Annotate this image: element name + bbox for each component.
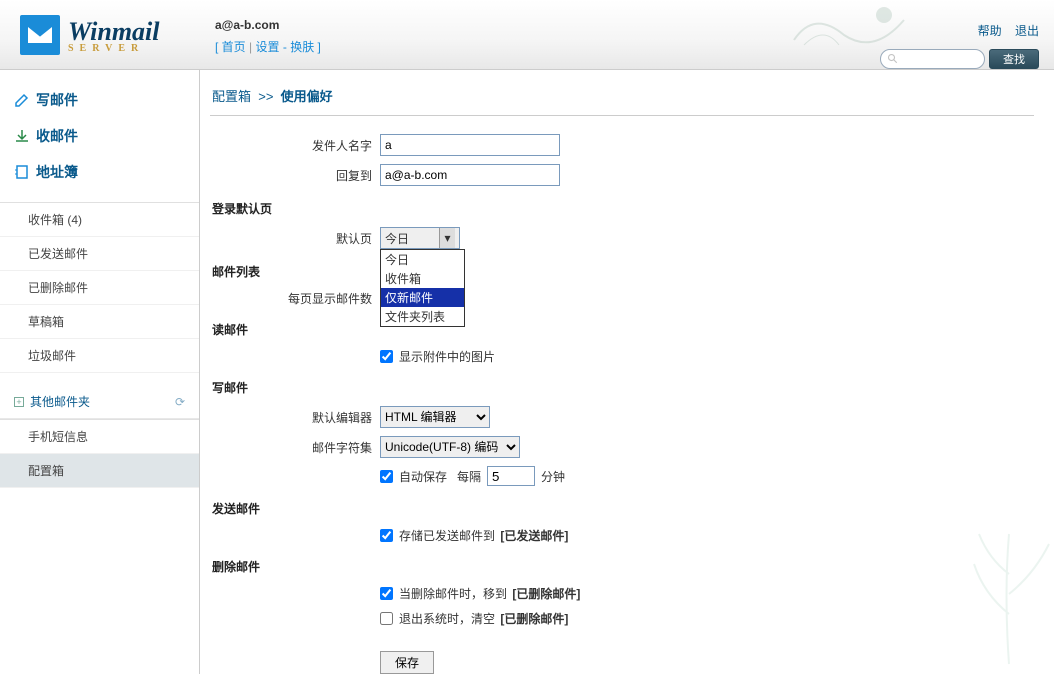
logout-clear-checkbox[interactable] <box>380 612 393 625</box>
save-sent-prefix: 存储已发送邮件到 <box>399 527 495 544</box>
logout-clear-folder: [已删除邮件] <box>500 610 568 627</box>
header-account-info: a@a-b.com [ 首页 | 设置 - 换肤 ] <box>215 18 321 55</box>
autosave-mid: 每隔 <box>457 468 481 485</box>
editor-label: 默认编辑器 <box>210 409 380 426</box>
charset-label: 邮件字符集 <box>210 439 380 456</box>
move-delete-folder: [已删除邮件] <box>512 585 580 602</box>
sender-name-input[interactable] <box>380 134 560 156</box>
section-compose-title: 写邮件 <box>212 379 1034 396</box>
breadcrumb-root: 配置箱 <box>212 89 251 104</box>
sidebar-folder-junk[interactable]: 垃圾邮件 <box>0 339 199 373</box>
save-button[interactable]: 保存 <box>380 651 434 674</box>
autosave-minutes-input[interactable] <box>487 466 535 486</box>
content-area: 配置箱 >> 使用偏好 发件人名字 回复到 登录默认页 默认页 今日 ▾ <box>200 70 1054 674</box>
sidebar-sms[interactable]: 手机短信息 <box>0 420 199 454</box>
dropdown-option[interactable]: 文件夹列表 <box>381 307 464 326</box>
nav-home-link[interactable]: 首页 <box>222 40 246 54</box>
help-link[interactable]: 帮助 <box>978 24 1002 38</box>
sidebar-receive[interactable]: 收邮件 <box>0 118 199 154</box>
show-images-label: 显示附件中的图片 <box>399 348 495 365</box>
sidebar: 写邮件 收邮件 地址簿 收件箱 (4) 已发送邮件 已删除邮件 草稿箱 垃圾邮件… <box>0 70 200 674</box>
section-list-title: 邮件列表 <box>212 263 1034 280</box>
default-page-dropdown: 今日 收件箱 仅新邮件 文件夹列表 <box>380 249 465 327</box>
search-input-wrap[interactable] <box>880 49 985 69</box>
logo-main-text: Winmail <box>68 17 160 46</box>
sidebar-folder-trash[interactable]: 已删除邮件 <box>0 271 199 305</box>
nav-settings-link[interactable]: 设置 <box>255 40 279 54</box>
reply-to-label: 回复到 <box>210 167 380 184</box>
sidebar-folder-inbox[interactable]: 收件箱 (4) <box>0 203 199 237</box>
dropdown-option[interactable]: 今日 <box>381 250 464 269</box>
account-email: a@a-b.com <box>215 18 321 32</box>
default-page-label: 默认页 <box>210 230 380 247</box>
sender-name-label: 发件人名字 <box>210 137 380 154</box>
autosave-checkbox[interactable] <box>380 470 393 483</box>
logo-icon <box>20 15 60 55</box>
move-delete-prefix: 当删除邮件时，移到 <box>399 585 507 602</box>
sidebar-folder-sent[interactable]: 已发送邮件 <box>0 237 199 271</box>
save-sent-checkbox[interactable] <box>380 529 393 542</box>
receive-icon <box>14 128 30 144</box>
header: Winmail SERVER a@a-b.com [ 首页 | 设置 - 换肤 … <box>0 0 1054 70</box>
section-delete-title: 删除邮件 <box>212 558 1034 575</box>
refresh-icon[interactable]: ⟳ <box>175 395 185 409</box>
save-sent-folder: [已发送邮件] <box>500 527 568 544</box>
addressbook-icon <box>14 164 30 180</box>
sidebar-folder-drafts[interactable]: 草稿箱 <box>0 305 199 339</box>
logout-link[interactable]: 退出 <box>1015 24 1039 38</box>
search-icon <box>887 53 899 65</box>
move-delete-checkbox[interactable] <box>380 587 393 600</box>
per-page-label: 每页显示邮件数 <box>210 290 380 307</box>
editor-select[interactable]: HTML 编辑器 <box>380 406 490 428</box>
section-read-title: 读邮件 <box>212 321 1034 338</box>
sidebar-compose[interactable]: 写邮件 <box>0 82 199 118</box>
sidebar-addressbook[interactable]: 地址簿 <box>0 154 199 190</box>
dropdown-option[interactable]: 收件箱 <box>381 269 464 288</box>
nav-theme-link[interactable]: 换肤 <box>290 40 314 54</box>
compose-icon <box>14 92 30 108</box>
sidebar-other-header[interactable]: + 其他邮件夹 ⟳ <box>0 385 199 419</box>
search-input[interactable] <box>903 53 973 65</box>
charset-select[interactable]: Unicode(UTF-8) 编码 <box>380 436 520 458</box>
logo: Winmail SERVER <box>20 15 160 55</box>
breadcrumb: 配置箱 >> 使用偏好 <box>210 80 1034 116</box>
search-button[interactable]: 查找 <box>989 49 1039 69</box>
section-send-title: 发送邮件 <box>212 500 1034 517</box>
reply-to-input[interactable] <box>380 164 560 186</box>
section-login-title: 登录默认页 <box>212 200 1034 217</box>
autosave-prefix: 自动保存 <box>399 468 447 485</box>
logout-clear-prefix: 退出系统时，清空 <box>399 610 495 627</box>
breadcrumb-current: 使用偏好 <box>281 89 333 104</box>
default-page-select[interactable]: 今日 ▾ <box>380 227 460 249</box>
show-images-checkbox[interactable] <box>380 350 393 363</box>
dropdown-option-selected[interactable]: 仅新邮件 <box>381 288 464 307</box>
expand-icon: + <box>14 397 24 407</box>
sidebar-config[interactable]: 配置箱 <box>0 454 199 488</box>
autosave-suffix: 分钟 <box>541 468 565 485</box>
chevron-down-icon: ▾ <box>439 228 455 248</box>
